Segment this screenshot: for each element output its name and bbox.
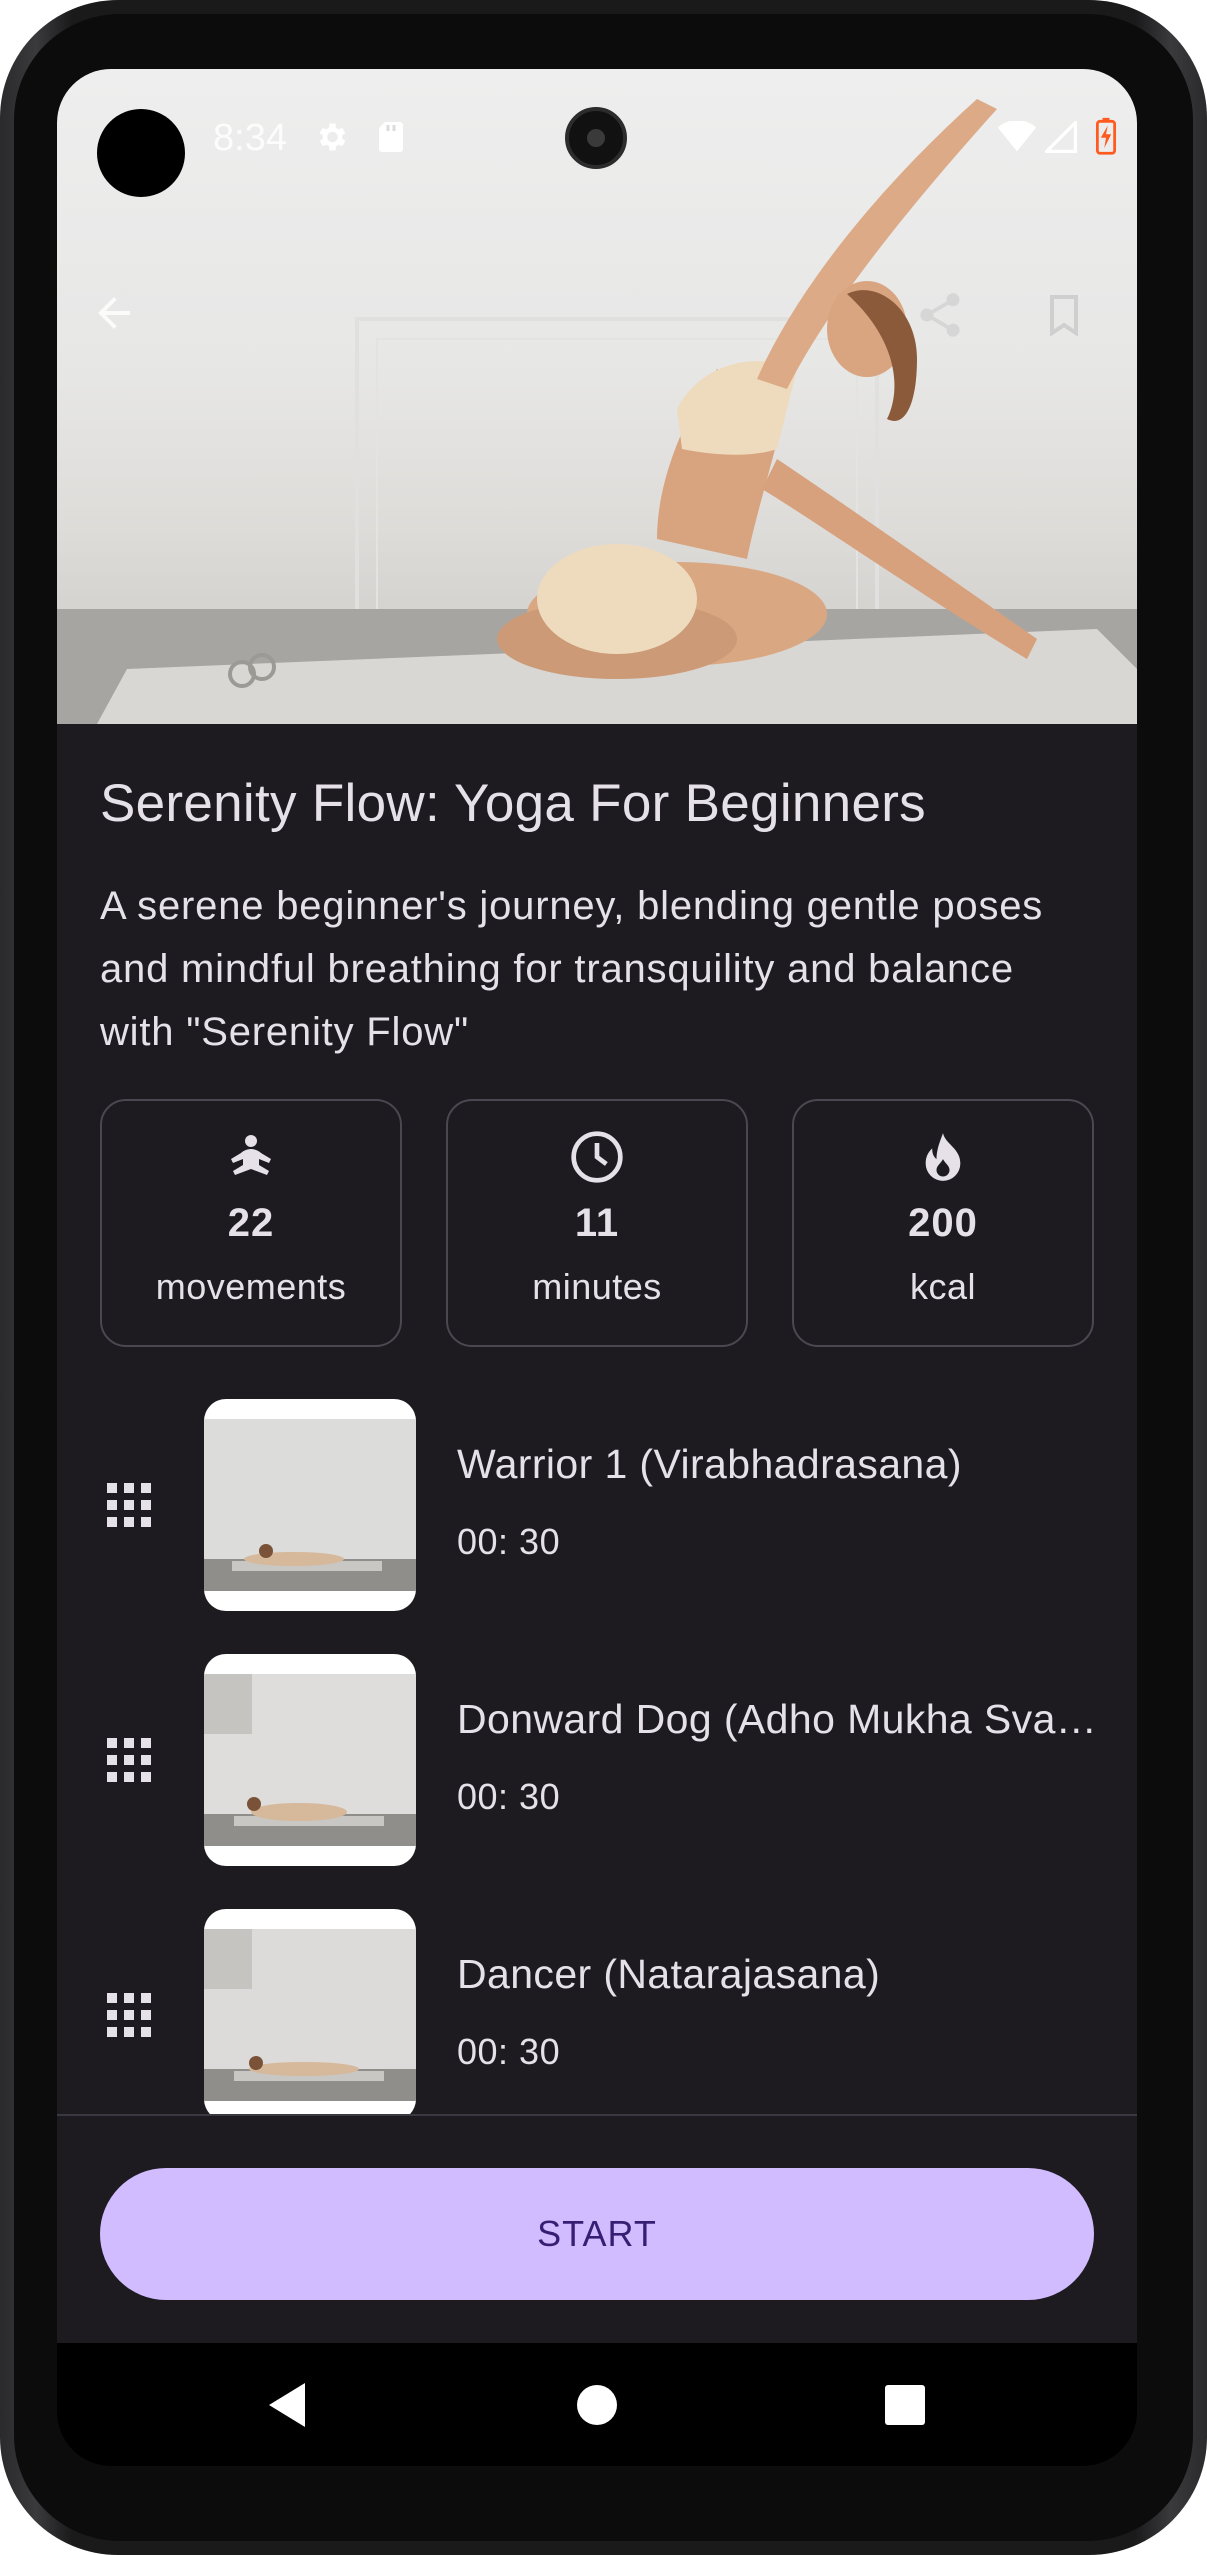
front-camera [565, 107, 627, 169]
exercise-list[interactable]: Warrior 1 (Virabhadrasana) 00: 30 Donwar… [57, 1399, 1137, 2114]
clock-icon [569, 1129, 625, 1185]
drag-handle-icon[interactable] [107, 1483, 151, 1527]
exercise-duration: 00: 30 [457, 1521, 561, 1562]
exercise-duration: 00: 30 [457, 2031, 561, 2072]
exercise-thumbnail [204, 1909, 416, 2114]
stat-label: movements [155, 1266, 347, 1307]
system-nav-bar [57, 2343, 1137, 2466]
workout-title: Serenity Flow: Yoga For Beginners [100, 774, 926, 833]
exercise-name: Donward Dog (Adho Mukha Svanasana) [457, 1696, 1107, 1742]
power-button [1201, 620, 1207, 770]
drag-handle-icon[interactable] [107, 1738, 151, 1782]
top-app-bar [57, 289, 1137, 369]
meditation-icon [223, 1129, 279, 1185]
bookmark-icon[interactable] [1040, 289, 1120, 369]
exercise-name: Dancer (Natarajasana) [457, 1951, 881, 1997]
workout-description: A serene beginner's journey, blending ge… [100, 884, 1044, 1054]
start-button[interactable]: START [100, 2168, 1094, 2300]
exercise-thumbnail [204, 1399, 416, 1611]
exercise-item[interactable]: Warrior 1 (Virabhadrasana) 00: 30 [57, 1399, 1137, 1611]
stat-value: 200 [908, 1201, 978, 1245]
stat-label: minutes [532, 1266, 662, 1307]
stat-value: 11 [574, 1201, 620, 1245]
status-bar: 8:34 [57, 69, 1137, 199]
stat-card-minutes: 11 minutes [446, 1099, 748, 1347]
exercise-item[interactable]: Dancer (Natarajasana) 00: 30 [57, 1909, 1137, 2114]
app-screen: 8:34 Serenity Flow: Yoga For Beginners A… [57, 69, 1137, 2466]
exercise-name: Warrior 1 (Virabhadrasana) [457, 1441, 962, 1487]
stat-card-movements: 22 movements [100, 1099, 402, 1347]
hero-image: 8:34 [57, 69, 1137, 724]
stat-value: 22 [227, 1201, 275, 1245]
exercise-duration: 00: 30 [457, 1776, 561, 1817]
volume-button [1201, 960, 1207, 1260]
exercise-thumbnail [204, 1654, 416, 1866]
stat-card-kcal: 200 kcal [792, 1099, 1094, 1347]
recents-square-icon[interactable] [875, 2375, 935, 2435]
back-arrow-icon[interactable] [90, 289, 170, 369]
exercise-item[interactable]: Donward Dog (Adho Mukha Svanasana) 00: 3… [57, 1654, 1137, 1866]
fire-icon [915, 1129, 971, 1185]
drag-handle-icon[interactable] [107, 1993, 151, 2037]
phone-frame: 8:34 Serenity Flow: Yoga For Beginners A… [0, 0, 1207, 2555]
camera-cutout [97, 109, 185, 197]
back-triangle-icon[interactable] [259, 2375, 319, 2435]
status-time: 8:34 [213, 117, 287, 159]
stat-label: kcal [909, 1266, 977, 1307]
bottom-divider [57, 2114, 1137, 2116]
share-icon[interactable] [914, 289, 994, 369]
home-circle-icon[interactable] [567, 2375, 627, 2435]
